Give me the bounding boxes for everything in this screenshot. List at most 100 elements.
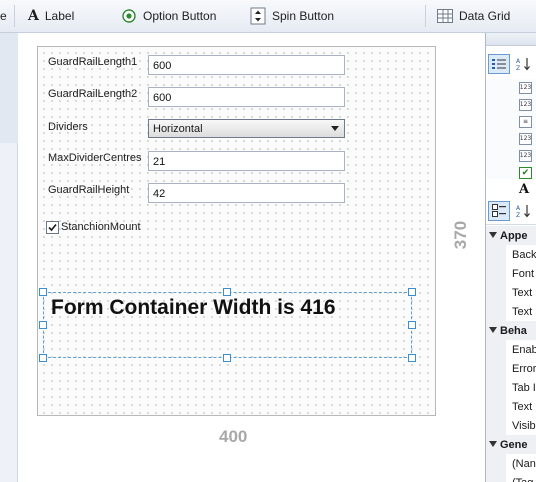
property-name: Font bbox=[512, 267, 535, 280]
toolbox-list: 123 123 ≡ 123 123 ✔ A bbox=[486, 79, 536, 197]
toolbox-item[interactable]: A bbox=[486, 181, 536, 198]
property-grid: Appe Back Font Text Text Beha Enab Error Tab I Te… bbox=[486, 226, 536, 482]
toolbar-item-partial[interactable]: e bbox=[0, 0, 7, 32]
resize-handle-bottom-left[interactable] bbox=[39, 354, 47, 362]
property-name: Error bbox=[512, 362, 536, 375]
toolbox-toolbar: AZ bbox=[488, 53, 535, 75]
dividers-combobox[interactable]: Horizontal bbox=[148, 119, 345, 138]
property-row[interactable]: Tab I bbox=[486, 378, 536, 397]
guardrailheight-input[interactable]: 42 bbox=[148, 183, 345, 203]
property-name: Gene bbox=[500, 438, 528, 451]
property-row[interactable]: Visib bbox=[486, 416, 536, 435]
svg-text:Z: Z bbox=[516, 65, 520, 71]
property-category[interactable]: Beha bbox=[486, 321, 536, 340]
property-row[interactable]: Font bbox=[486, 264, 536, 283]
property-category[interactable]: Gene bbox=[486, 435, 536, 454]
property-row[interactable]: Text bbox=[486, 302, 536, 321]
toolbar-label-button[interactable]: A Label bbox=[28, 0, 74, 32]
toolbar-spin-button-text: Spin Button bbox=[272, 9, 335, 23]
sort-az-icon: AZ bbox=[516, 58, 530, 71]
textbox-123-icon: 123 bbox=[519, 132, 532, 145]
toolbox-item[interactable]: 123 bbox=[486, 147, 536, 164]
property-name: Back bbox=[512, 248, 536, 261]
property-row[interactable]: Text bbox=[486, 397, 536, 416]
resize-handle-top-left[interactable] bbox=[39, 288, 47, 296]
guardrailheight-label: GuardRailHeight bbox=[48, 184, 130, 196]
toolbar-option-button[interactable]: Option Button bbox=[121, 0, 216, 32]
form-height-dimension: 370 bbox=[451, 220, 470, 250]
svg-text:Z: Z bbox=[516, 212, 520, 218]
check-icon bbox=[48, 223, 57, 232]
spin-button-icon bbox=[250, 7, 266, 25]
textbox-123-icon: 123 bbox=[519, 149, 532, 162]
categorized-view-button[interactable] bbox=[488, 54, 510, 74]
properties-toolbar: AZ bbox=[486, 197, 536, 225]
dividers-selected-value: Horizontal bbox=[153, 123, 203, 135]
property-name: Appe bbox=[500, 229, 528, 242]
toolbar-option-button-text: Option Button bbox=[143, 9, 217, 23]
resize-handle-bottom[interactable] bbox=[223, 354, 231, 362]
toolbar-separator bbox=[425, 5, 426, 27]
guardraillength1-label: GuardRailLength1 bbox=[48, 56, 138, 68]
property-row[interactable]: Back bbox=[486, 245, 536, 264]
guardraillength2-label: GuardRailLength2 bbox=[48, 88, 138, 100]
categorized-grid-icon bbox=[492, 204, 506, 217]
guardraillength2-input[interactable]: 600 bbox=[148, 87, 345, 107]
property-name: Visib bbox=[512, 419, 536, 432]
textbox-123-icon: 123 bbox=[519, 81, 532, 94]
toolbox-panel: AZ 123 123 ≡ 123 123 ✔ A bbox=[486, 33, 536, 197]
property-row[interactable]: Text bbox=[486, 283, 536, 302]
resize-handle-top-right[interactable] bbox=[408, 288, 416, 296]
maxdividercentres-input[interactable]: 21 bbox=[148, 151, 345, 171]
stanchionmount-checkbox[interactable] bbox=[46, 221, 59, 234]
resize-handle-right[interactable] bbox=[408, 321, 416, 329]
data-grid-icon bbox=[437, 9, 453, 23]
toolbox-header bbox=[486, 33, 536, 46]
toolbox-item[interactable]: 123 bbox=[486, 79, 536, 96]
property-row[interactable]: (Nan bbox=[486, 454, 536, 473]
property-name: Beha bbox=[500, 324, 527, 337]
toolbox-item[interactable]: 123 bbox=[486, 130, 536, 147]
form-width-dimension: 400 bbox=[219, 427, 248, 446]
toolbar-data-grid-button-text: Data Grid bbox=[459, 9, 511, 23]
stanchionmount-label: StanchionMount bbox=[61, 221, 141, 233]
maxdividercentres-label: MaxDividerCentres bbox=[48, 152, 142, 164]
resize-handle-left[interactable] bbox=[39, 321, 47, 329]
property-name: Text bbox=[512, 286, 533, 299]
toolbox-item[interactable]: 123 bbox=[486, 96, 536, 113]
svg-text:A: A bbox=[516, 205, 521, 212]
properties-sort-az-button[interactable]: AZ bbox=[513, 201, 535, 221]
sort-az-button[interactable]: AZ bbox=[513, 54, 535, 74]
label-a-icon: A bbox=[28, 8, 39, 24]
toolbox-item[interactable]: ✔ bbox=[486, 164, 536, 181]
textbox-123-icon: 123 bbox=[519, 98, 532, 111]
toolbar-data-grid-button[interactable]: Data Grid bbox=[437, 0, 510, 32]
dividers-label: Dividers bbox=[48, 121, 88, 133]
toolbox-item[interactable]: ≡ bbox=[486, 113, 536, 130]
toolbar-spin-button[interactable]: Spin Button bbox=[250, 0, 334, 32]
property-row[interactable]: Enab bbox=[486, 340, 536, 359]
combo-box-icon: ≡ bbox=[519, 115, 532, 128]
property-name: Enab bbox=[512, 343, 536, 356]
property-name: Text bbox=[512, 305, 533, 318]
resize-handle-top[interactable] bbox=[223, 288, 231, 296]
property-name: Text bbox=[512, 400, 533, 413]
chevron-down-icon[interactable] bbox=[331, 126, 339, 131]
option-button-icon bbox=[121, 8, 137, 24]
right-side-panels: AZ 123 123 ≡ 123 123 ✔ A AZ Appe Back Font Text Te… bbox=[485, 33, 536, 482]
property-name: Tab I bbox=[512, 381, 536, 394]
label-a-icon: A bbox=[519, 182, 530, 197]
properties-panel: AZ Appe Back Font Text Text Beha Enab Error Tab … bbox=[486, 197, 536, 482]
form-width-label-text: Form Container Width is 416 bbox=[51, 296, 336, 319]
guardraillength1-input[interactable]: 600 bbox=[148, 55, 345, 75]
property-row[interactable]: (Tag bbox=[486, 473, 536, 482]
resize-handle-bottom-right[interactable] bbox=[408, 354, 416, 362]
toolbar-item-partial-label: e bbox=[0, 9, 7, 23]
property-category[interactable]: Appe bbox=[486, 226, 536, 245]
categorized-list-icon bbox=[492, 59, 506, 69]
properties-categorized-button[interactable] bbox=[488, 200, 510, 221]
property-name: (Tag bbox=[512, 477, 533, 482]
property-row[interactable]: Error bbox=[486, 359, 536, 378]
left-panel-strip bbox=[0, 33, 18, 482]
designer-toolbar: e A Label Option Button Spin Button Data… bbox=[0, 0, 536, 33]
